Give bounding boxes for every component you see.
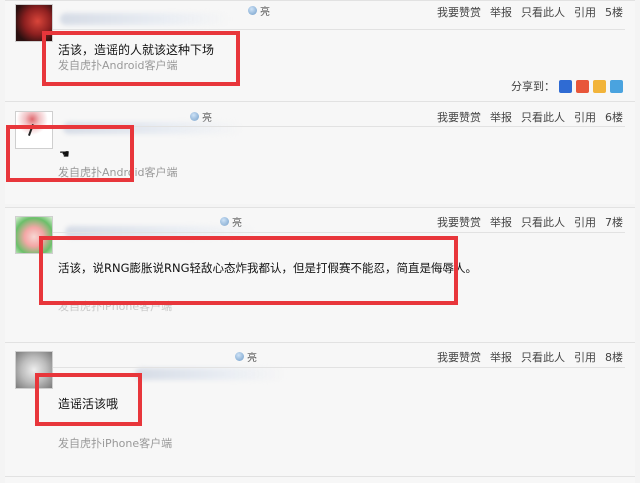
divider	[53, 367, 625, 368]
only-this-user-link[interactable]: 只看此人	[521, 214, 565, 230]
reward-link[interactable]: 我要赞赏	[437, 4, 481, 20]
username[interactable]	[135, 368, 285, 380]
post-floor-5: 亮 我要赞赏 举报 只看此人 引用 5楼 活该，造谣的人就该这种下场 发自虎扑A…	[5, 0, 635, 101]
post-actions: 我要赞赏 举报 只看此人 引用 7楼	[437, 214, 623, 230]
reward-link[interactable]: 我要赞赏	[437, 349, 481, 365]
quote-link[interactable]: 引用	[574, 4, 596, 20]
highlight-box	[39, 236, 458, 305]
post-floor-6: 亮 我要赞赏 举报 只看此人 引用 6楼 ☚ 发自虎扑Android客户端	[5, 101, 635, 204]
only-this-user-link[interactable]: 只看此人	[521, 4, 565, 20]
weibo-icon[interactable]	[576, 79, 589, 93]
post-actions: 我要赞赏 举报 只看此人 引用 8楼	[437, 349, 623, 365]
reward-link[interactable]: 我要赞赏	[437, 214, 481, 230]
post-actions: 我要赞赏 举报 只看此人 引用 5楼	[437, 4, 623, 20]
light-bulb-icon	[248, 6, 257, 15]
highlight-box	[6, 125, 134, 182]
report-link[interactable]: 举报	[490, 349, 512, 365]
light-tag[interactable]: 亮	[235, 349, 257, 364]
light-bulb-icon	[190, 112, 199, 121]
divider	[53, 126, 625, 127]
light-bulb-icon	[220, 217, 229, 226]
qq-icon[interactable]	[610, 79, 623, 93]
quote-link[interactable]: 引用	[574, 214, 596, 230]
post-floor-7: 亮 我要赞赏 举报 只看此人 引用 7楼 活该，说RNG膨胀说RNG轻敌心态炸我…	[5, 207, 635, 344]
post-source: 发自虎扑iPhone客户端	[58, 437, 173, 450]
qzone-icon[interactable]	[593, 79, 606, 93]
highlight-box	[42, 31, 240, 86]
floor-number[interactable]: 6楼	[605, 109, 623, 125]
report-link[interactable]: 举报	[490, 4, 512, 20]
quote-link[interactable]: 引用	[574, 109, 596, 125]
floor-number[interactable]: 5楼	[605, 4, 623, 20]
floor-number[interactable]: 8楼	[605, 349, 623, 365]
highlight-box	[35, 373, 142, 426]
only-this-user-link[interactable]: 只看此人	[521, 349, 565, 365]
light-tag[interactable]: 亮	[248, 3, 270, 18]
post-floor-8: 亮 我要赞赏 举报 只看此人 引用 8楼 造谣活该哦 发自虎扑iPhone客户端	[5, 342, 635, 483]
light-bulb-icon	[235, 352, 244, 361]
divider	[53, 232, 625, 233]
username[interactable]	[60, 13, 230, 25]
post-actions: 我要赞赏 举报 只看此人 引用 6楼	[437, 109, 623, 125]
divider	[53, 29, 625, 30]
share-bar: 分享到：	[511, 78, 623, 94]
reward-link[interactable]: 我要赞赏	[437, 109, 481, 125]
quote-link[interactable]: 引用	[574, 349, 596, 365]
report-link[interactable]: 举报	[490, 109, 512, 125]
report-link[interactable]: 举报	[490, 214, 512, 230]
bottom-divider	[5, 476, 635, 477]
baidu-icon[interactable]	[559, 79, 572, 93]
share-label: 分享到：	[511, 80, 555, 93]
only-this-user-link[interactable]: 只看此人	[521, 109, 565, 125]
floor-number[interactable]: 7楼	[605, 214, 623, 230]
